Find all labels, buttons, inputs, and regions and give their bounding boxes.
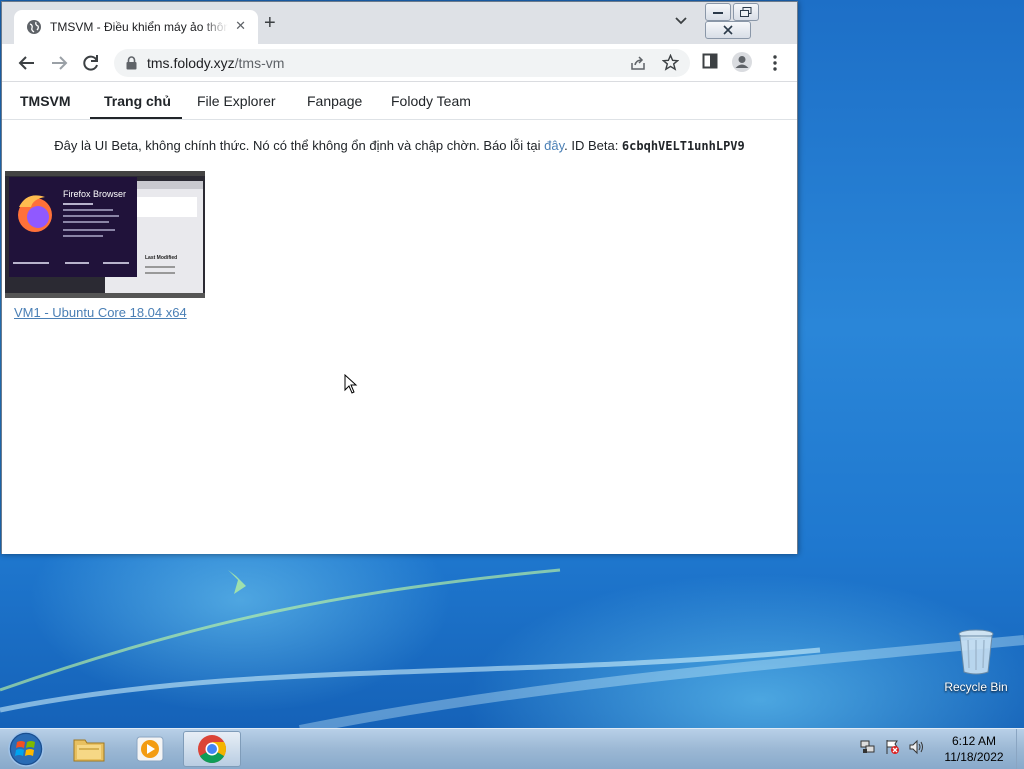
nav-link-file-explorer[interactable]: File Explorer xyxy=(197,93,276,109)
back-icon[interactable] xyxy=(18,54,36,72)
taskbar-media-player[interactable] xyxy=(121,731,179,767)
recycle-bin-label: Recycle Bin xyxy=(944,680,1008,694)
report-bug-link[interactable]: đây xyxy=(544,138,564,153)
taskbar-file-explorer[interactable] xyxy=(60,731,118,767)
site-brand[interactable]: TMSVM xyxy=(20,93,71,109)
folder-icon xyxy=(73,739,105,762)
network-icon[interactable] xyxy=(860,739,876,760)
vm-name-link[interactable]: VM1 - Ubuntu Core 18.04 x64 xyxy=(14,305,187,320)
lock-icon[interactable] xyxy=(126,56,137,70)
browser-toolbar: tms.folody.xyz/tms-vm xyxy=(2,44,797,82)
beta-notice-text: Đây là UI Beta, không chính thức. Nó có … xyxy=(54,138,545,153)
thumb-title: Firefox Browser xyxy=(63,189,126,199)
share-icon[interactable] xyxy=(630,55,646,71)
close-icon xyxy=(723,25,733,35)
url-host: tms.folody.xyz xyxy=(147,55,235,71)
nav-link-folody-team[interactable]: Folody Team xyxy=(391,93,471,109)
recycle-bin[interactable]: Recycle Bin xyxy=(938,628,1014,694)
volume-icon[interactable] xyxy=(909,739,925,760)
active-nav-indicator xyxy=(90,117,182,119)
close-tab-icon[interactable]: ✕ xyxy=(235,18,246,34)
window-controls xyxy=(705,3,797,39)
clock-date: 11/18/2022 xyxy=(944,750,1004,764)
minimize-icon xyxy=(713,12,723,14)
beta-notice: Đây là UI Beta, không chính thức. Nó có … xyxy=(2,138,797,153)
globe-icon xyxy=(27,20,41,34)
tab-strip: TMSVM - Điều khiển máy ảo thông ✕ + xyxy=(2,2,797,44)
taskbar-chrome[interactable] xyxy=(183,731,241,767)
chevron-down-icon[interactable] xyxy=(674,16,688,26)
url-text: tms.folody.xyz/tms-vm xyxy=(147,55,284,71)
url-path: /tms-vm xyxy=(234,55,285,71)
recycle-bin-icon xyxy=(958,629,994,675)
new-tab-button[interactable]: + xyxy=(264,13,276,33)
maximize-button[interactable] xyxy=(733,3,759,21)
nav-link-home[interactable]: Trang chủ xyxy=(104,93,171,109)
clock-time: 6:12 AM xyxy=(951,734,997,748)
restore-icon xyxy=(740,7,752,17)
side-panel-icon[interactable] xyxy=(702,53,718,69)
thumb-label: Last Modified xyxy=(145,255,177,261)
nav-link-fanpage[interactable]: Fanpage xyxy=(307,93,362,109)
reload-icon[interactable] xyxy=(82,54,100,72)
forward-icon[interactable] xyxy=(50,54,68,72)
vm-card[interactable]: Firefox Browser Last Modified VM1 - Ubun… xyxy=(5,171,205,320)
web-page: TMSVM Trang chủ File Explorer Fanpage Fo… xyxy=(2,82,797,554)
browser-window: TMSVM - Điều khiển máy ảo thông ✕ + tms.… xyxy=(1,1,798,554)
media-player-icon xyxy=(136,736,164,762)
close-window-button[interactable] xyxy=(705,21,751,39)
profile-avatar-icon[interactable] xyxy=(731,51,753,73)
system-tray xyxy=(860,739,929,760)
wallpaper-swoosh xyxy=(0,568,1024,728)
more-menu-icon[interactable] xyxy=(772,55,778,71)
bookmark-star-icon[interactable] xyxy=(662,54,679,71)
browser-tab[interactable]: TMSVM - Điều khiển máy ảo thông ✕ xyxy=(14,10,258,44)
action-center-icon[interactable] xyxy=(884,739,900,760)
chrome-icon xyxy=(198,735,226,763)
beta-id-label: . ID Beta: xyxy=(564,138,622,153)
site-navbar: TMSVM Trang chủ File Explorer Fanpage Fo… xyxy=(2,82,797,120)
beta-id-value: 6cbqhVELT1unhLPV9 xyxy=(621,139,745,153)
vm-screen-preview: Firefox Browser Last Modified xyxy=(5,171,205,298)
start-button[interactable] xyxy=(6,730,46,768)
vm-thumbnail[interactable]: Firefox Browser Last Modified xyxy=(5,171,205,298)
taskbar-clock[interactable]: 6:12 AM 11/18/2022 xyxy=(934,733,1014,765)
minimize-button[interactable] xyxy=(705,3,731,21)
address-bar[interactable]: tms.folody.xyz/tms-vm xyxy=(114,49,690,77)
tab-title: TMSVM - Điều khiển máy ảo thông xyxy=(50,20,228,34)
show-desktop-button[interactable] xyxy=(1016,729,1024,769)
taskbar: 6:12 AM 11/18/2022 xyxy=(0,728,1024,769)
mouse-cursor-icon xyxy=(344,374,358,394)
